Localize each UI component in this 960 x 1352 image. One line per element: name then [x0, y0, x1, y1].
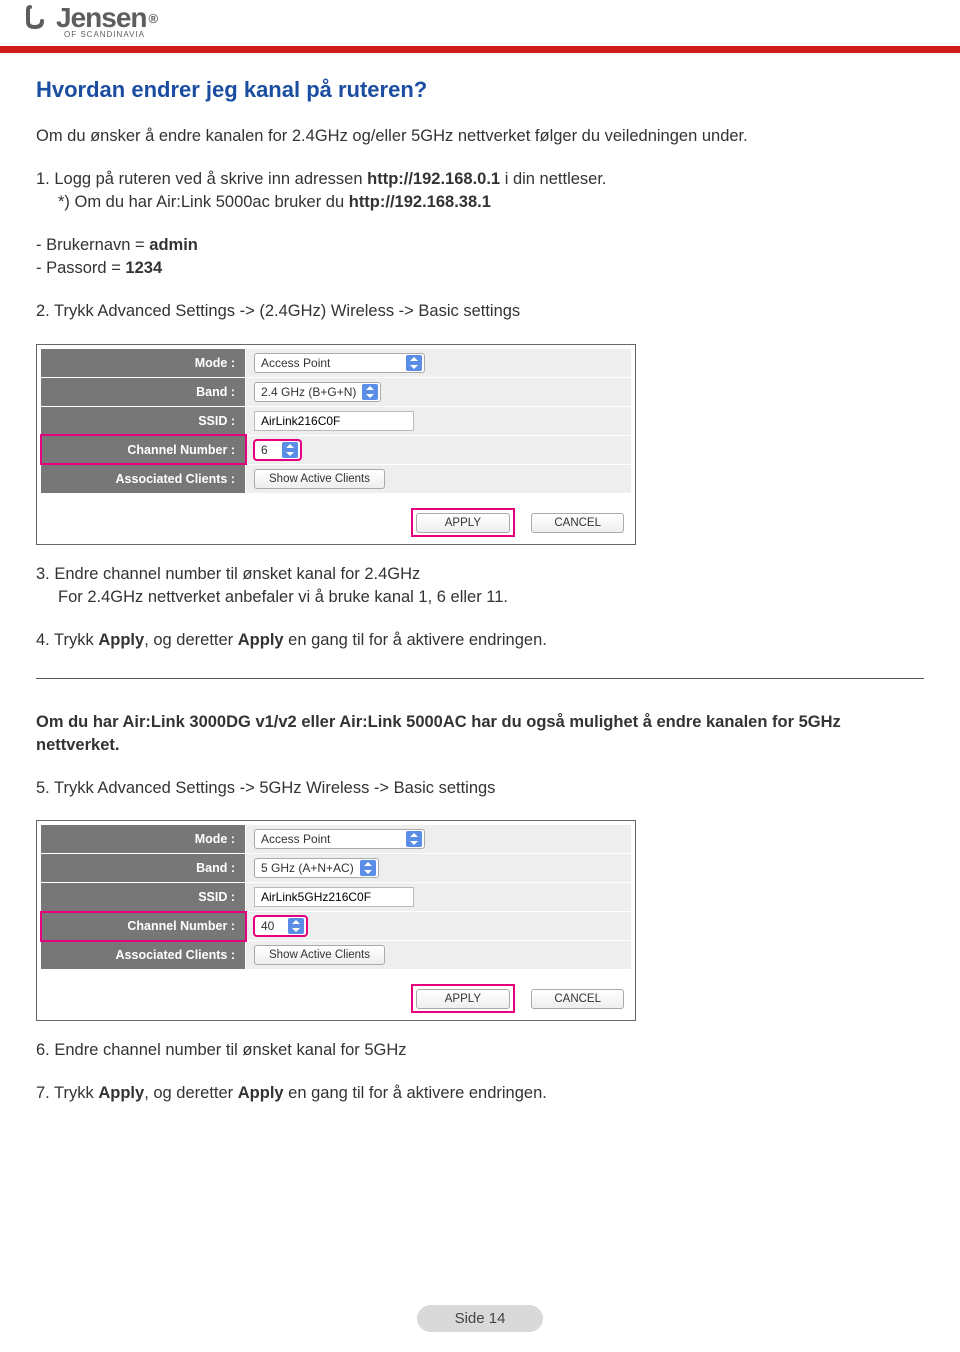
step1-url1: http://192.168.0.1 [367, 170, 500, 188]
cell-band: 2.4 GHz (B+G+N) [246, 377, 632, 406]
label-mode: Mode : [41, 348, 246, 377]
cell-ssid [246, 883, 632, 912]
show-clients-button[interactable]: Show Active Clients [254, 469, 385, 489]
cell-clients: Show Active Clients [246, 464, 632, 493]
label-band: Band : [41, 377, 246, 406]
cell-mode: Access Point [246, 348, 632, 377]
apply-button[interactable]: APPLY [416, 513, 510, 533]
mode-value: Access Point [261, 832, 330, 846]
page-header: Jensen ® OF SCANDINAVIA [0, 0, 960, 42]
channel-select[interactable]: 40 [254, 916, 307, 936]
label-ssid: SSID : [41, 883, 246, 912]
chevron-updown-icon [406, 831, 422, 847]
channel-value: 40 [261, 919, 274, 933]
step4-b2: Apply [238, 631, 284, 649]
step7-b1: Apply [98, 1084, 144, 1102]
username-value: admin [149, 236, 198, 254]
logo-reg: ® [149, 12, 158, 25]
step3-line1: 3. Endre channel number til ønsket kanal… [36, 565, 420, 583]
logo-main: Jensen ® [26, 4, 157, 32]
page-footer: Side 14 [0, 1305, 960, 1352]
step-3: 3. Endre channel number til ønsket kanal… [36, 563, 924, 609]
step7-c: , og deretter [144, 1084, 238, 1102]
logo-subtitle: OF SCANDINAVIA [26, 30, 157, 39]
panel-button-row: APPLY CANCEL [40, 970, 632, 1017]
divider [36, 678, 924, 679]
cell-channel: 6 [246, 435, 632, 464]
cell-ssid [246, 406, 632, 435]
label-band: Band : [41, 854, 246, 883]
chevron-updown-icon [282, 442, 298, 458]
cell-mode: Access Point [246, 825, 632, 854]
logo-text: Jensen [56, 4, 147, 32]
page-number: Side 14 [417, 1305, 544, 1332]
label-channel: Channel Number : [41, 435, 246, 464]
settings-panel-5ghz: Mode : Access Point Band : 5 GHz (A+N+AC… [36, 820, 636, 1021]
credentials: - Brukernavn = admin - Passord = 1234 [36, 234, 924, 280]
header-red-bar [0, 46, 960, 53]
step3-line2: For 2.4GHz nettverket anbefaler vi å bru… [36, 588, 508, 606]
cancel-button[interactable]: CANCEL [531, 513, 624, 533]
label-mode: Mode : [41, 825, 246, 854]
ssid-input[interactable] [254, 887, 414, 907]
cell-band: 5 GHz (A+N+AC) [246, 854, 632, 883]
step1-line2a: *) Om du har Air:Link 5000ac bruker du [58, 193, 349, 211]
mode-select[interactable]: Access Point [254, 353, 425, 373]
step4-a: 4. Trykk [36, 631, 98, 649]
step-6: 6. Endre channel number til ønsket kanal… [36, 1039, 924, 1062]
page-title: Hvordan endrer jeg kanal på ruteren? [36, 77, 924, 103]
band-select[interactable]: 2.4 GHz (B+G+N) [254, 382, 381, 402]
cancel-button[interactable]: CANCEL [531, 989, 624, 1009]
section-5ghz-heading: Om du har Air:Link 3000DG v1/v2 eller Ai… [36, 711, 924, 757]
chevron-updown-icon [362, 384, 378, 400]
mode-select[interactable]: Access Point [254, 829, 425, 849]
label-clients: Associated Clients : [41, 941, 246, 970]
band-value: 2.4 GHz (B+G+N) [261, 385, 356, 399]
settings-table: Mode : Access Point Band : 2.4 GHz (B+G+… [40, 348, 632, 494]
band-value: 5 GHz (A+N+AC) [261, 861, 354, 875]
logo: Jensen ® OF SCANDINAVIA [26, 4, 157, 39]
step-1: 1. Logg på ruteren ved å skrive inn adre… [36, 168, 924, 214]
panel-button-row: APPLY CANCEL [40, 494, 632, 541]
logo-icon [26, 5, 56, 31]
label-channel: Channel Number : [41, 912, 246, 941]
step4-c: , og deretter [144, 631, 238, 649]
step1-line2: *) Om du har Air:Link 5000ac bruker du h… [36, 193, 491, 211]
chevron-updown-icon [360, 860, 376, 876]
step4-d: en gang til for å aktivere endringen. [284, 631, 547, 649]
apply-highlight: APPLY [413, 986, 513, 1011]
band-select[interactable]: 5 GHz (A+N+AC) [254, 858, 379, 878]
channel-value: 6 [261, 443, 268, 457]
step-5: 5. Trykk Advanced Settings -> 5GHz Wirel… [36, 777, 924, 800]
step-2: 2. Trykk Advanced Settings -> (2.4GHz) W… [36, 300, 924, 323]
password-label: - Passord = [36, 259, 125, 277]
channel-select[interactable]: 6 [254, 440, 301, 460]
step7-d: en gang til for å aktivere endringen. [284, 1084, 547, 1102]
page-content: Hvordan endrer jeg kanal på ruteren? Om … [0, 53, 960, 1105]
chevron-updown-icon [406, 355, 422, 371]
step1-mid: i din nettleser. [500, 170, 606, 188]
show-clients-button[interactable]: Show Active Clients [254, 945, 385, 965]
settings-table-5ghz: Mode : Access Point Band : 5 GHz (A+N+AC… [40, 824, 632, 970]
step-7: 7. Trykk Apply, og deretter Apply en gan… [36, 1082, 924, 1105]
mode-value: Access Point [261, 356, 330, 370]
apply-highlight: APPLY [413, 510, 513, 535]
ssid-input[interactable] [254, 411, 414, 431]
cell-channel: 40 [246, 912, 632, 941]
label-ssid: SSID : [41, 406, 246, 435]
apply-button[interactable]: APPLY [416, 989, 510, 1009]
cell-clients: Show Active Clients [246, 941, 632, 970]
settings-panel-2-4ghz: Mode : Access Point Band : 2.4 GHz (B+G+… [36, 344, 636, 545]
password-value: 1234 [125, 259, 162, 277]
label-clients: Associated Clients : [41, 464, 246, 493]
step7-b2: Apply [238, 1084, 284, 1102]
step1-prefix: 1. Logg på ruteren ved å skrive inn adre… [36, 170, 367, 188]
username-label: - Brukernavn = [36, 236, 149, 254]
chevron-updown-icon [288, 918, 304, 934]
intro-text: Om du ønsker å endre kanalen for 2.4GHz … [36, 125, 924, 148]
step1-url2: http://192.168.38.1 [349, 193, 491, 211]
step-4: 4. Trykk Apply, og deretter Apply en gan… [36, 629, 924, 652]
step4-b1: Apply [98, 631, 144, 649]
step7-a: 7. Trykk [36, 1084, 98, 1102]
